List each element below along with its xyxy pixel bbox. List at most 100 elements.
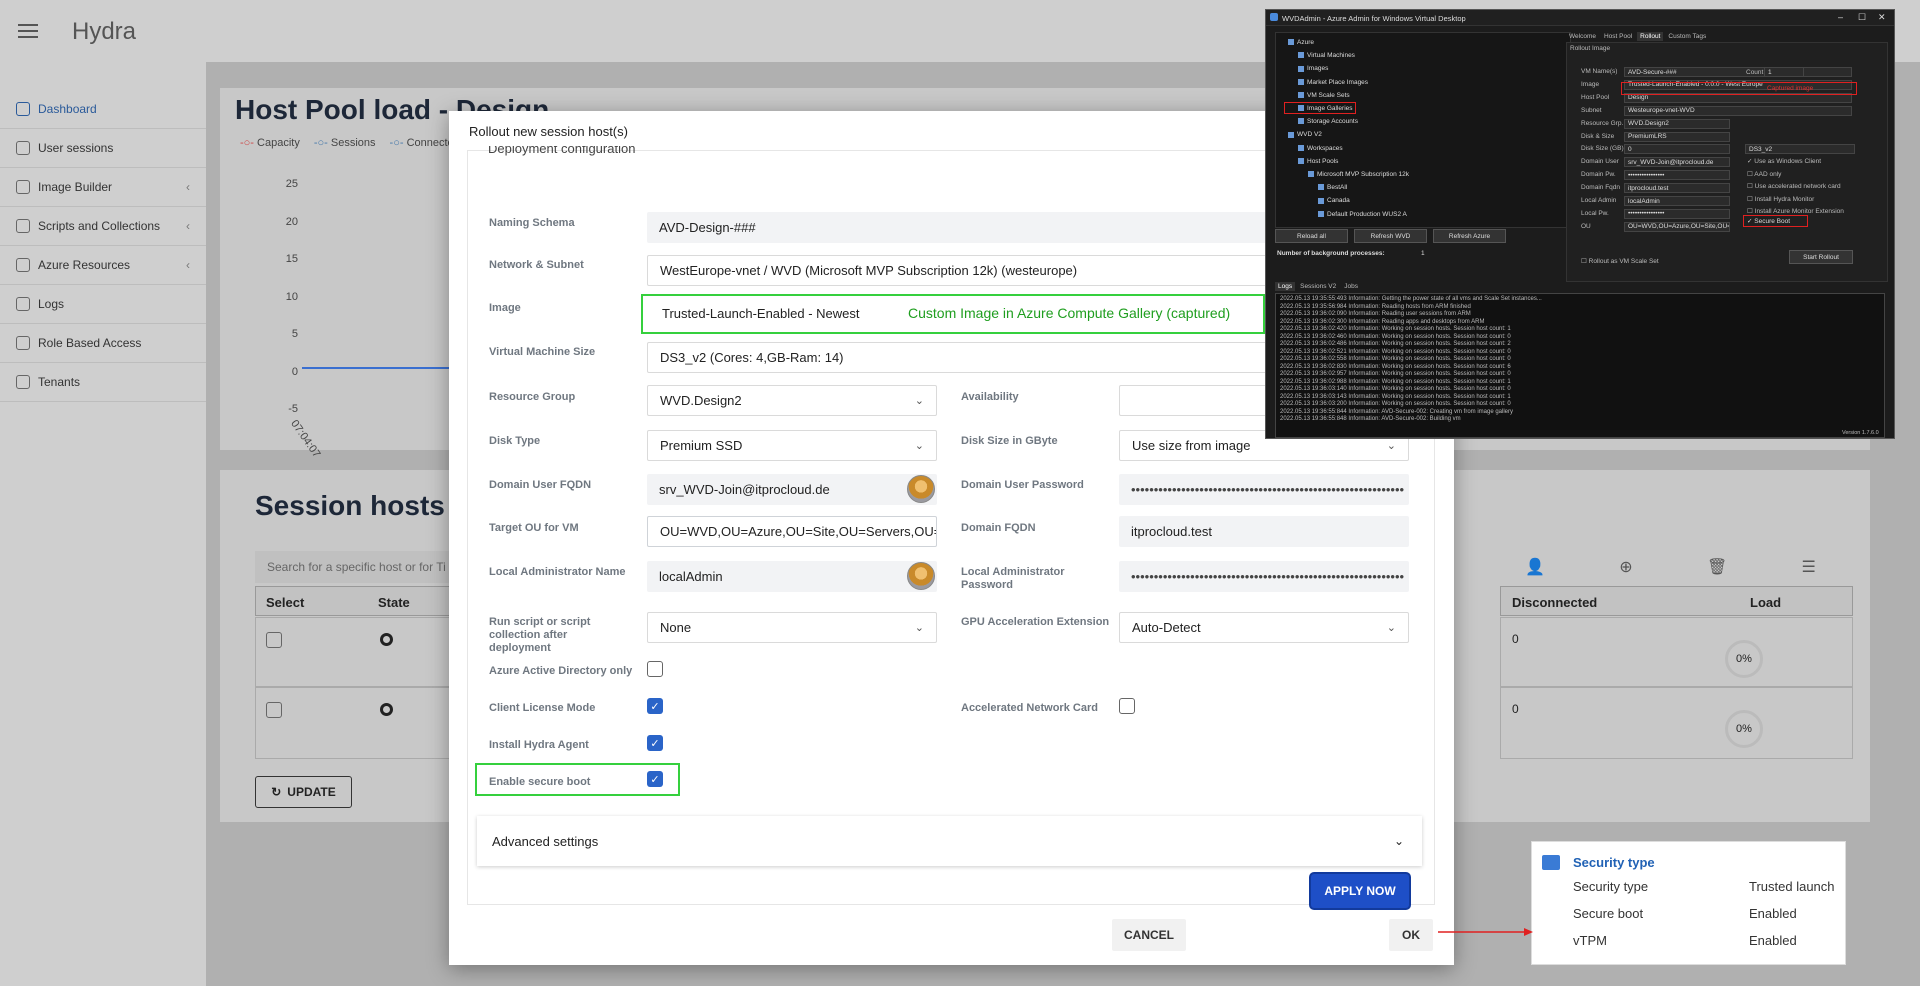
sidebar-item-label: User sessions [38,141,114,155]
sidebar-item[interactable]: Role Based Access [0,324,206,363]
advanced-settings-accordion[interactable]: Advanced settings ⌄ [477,816,1422,866]
security-row-value: Enabled [1749,906,1797,921]
tree-item[interactable]: Host Pools [1298,158,1338,165]
log-line: 2022.05.13 19:36:02:300 Information: Rea… [1280,318,1485,325]
rollout-option-checkbox[interactable]: ☐ AAD only [1747,170,1781,178]
rollout-option-checkbox[interactable]: ☐ Use accelerated network card [1747,182,1841,190]
rollout-field-input[interactable]: WVD.Design2 [1624,118,1730,129]
tree-item[interactable]: Canada [1318,197,1350,204]
rollout-vmss-checkbox[interactable]: ☐ Rollout as VM Scale Set [1581,257,1659,265]
local-admin-input[interactable]: localAdmin [647,561,937,592]
rollout-option-checkbox[interactable]: ☐ Install Azure Monitor Extension [1747,207,1844,215]
start-rollout-button[interactable]: Start Rollout [1789,250,1853,264]
reload-all-button[interactable]: Reload all [1275,229,1348,243]
key-vault-icon[interactable] [907,475,935,503]
update-button[interactable]: ↻ UPDATE [255,776,352,808]
key-vault-icon[interactable] [907,562,935,590]
aad-only-checkbox[interactable] [647,661,663,677]
tree-item[interactable]: Default Production WUS2 A [1318,211,1407,218]
refresh-azure-button[interactable]: Refresh Azure [1433,229,1506,243]
domain-user-input[interactable]: srv_WVD-Join@itprocloud.de [647,474,937,505]
menu-icon[interactable] [18,24,38,38]
row-select-checkbox[interactable] [266,702,282,718]
tree-item[interactable]: VM Scale Sets [1298,92,1350,99]
rollout-field-input[interactable]: OU=WVD,OU=Azure,OU=Site,OU=Se [1624,221,1730,232]
tree-item-label: WVD V2 [1297,131,1322,139]
domain-fqdn-input[interactable]: itprocloud.test [1119,516,1409,547]
tree-item[interactable]: BestAll [1318,184,1347,191]
gpu-select[interactable]: Auto-Detect ⌄ [1119,612,1409,643]
maximize-icon[interactable]: ☐ [1858,12,1866,23]
image-select[interactable]: Trusted-Launch-Enabled - Newest [662,306,860,321]
tree-item[interactable]: Microsoft MVP Subscription 12k [1308,171,1409,178]
target-ou-input[interactable]: OU=WVD,OU=Azure,OU=Site,OU=Servers,OU= [647,516,937,547]
tree-item[interactable]: Workspaces [1298,145,1343,152]
more-menu-icon[interactable]: ☰ [1802,557,1816,577]
wvd-tab[interactable]: Welcome [1566,32,1599,41]
disk-size-label: Disk Size in GByte [961,435,1058,447]
tree-item[interactable]: Market Place Images [1298,79,1368,86]
tree-node-icon [1298,52,1304,59]
log-tab[interactable]: Jobs [1341,282,1361,291]
sidebar-item[interactable]: Logs [0,285,206,324]
wvd-tab[interactable]: Custom Tags [1665,32,1709,41]
sidebar-item[interactable]: Tenants [0,363,206,402]
minimize-icon[interactable]: – [1838,12,1843,22]
delete-icon[interactable]: 🗑 [1707,557,1727,577]
count-input[interactable]: 1 [1764,67,1804,77]
rollout-field-input[interactable]: •••••••••••••••• [1624,170,1730,181]
rollout-option-checkbox[interactable]: ✓ Use as Windows Client [1747,157,1821,165]
ok-button[interactable]: OK [1389,919,1433,951]
sidebar-item[interactable]: User sessions [0,129,206,168]
rollout-field-input[interactable]: 0 [1624,144,1730,155]
sidebar-item[interactable]: Azure Resources ‹ [0,246,206,285]
accel-network-checkbox[interactable] [1119,698,1135,714]
close-icon[interactable]: ✕ [1878,12,1886,23]
host-search-input[interactable]: Search for a specific host or for Ti [255,551,455,583]
rollout-field-input[interactable]: srv_WVD-Join@itprocloud.de [1624,157,1730,168]
local-admin-pw-input[interactable]: ••••••••••••••••••••••••••••••••••••••••… [1119,561,1409,592]
rollout-field-input[interactable]: Westeurope-vnet-WVD [1624,105,1852,116]
hydra-agent-checkbox[interactable]: ✓ [647,735,663,751]
rollout-field-input[interactable]: •••••••••••••••• [1624,208,1730,219]
apply-now-button[interactable]: APPLY NOW [1311,874,1409,908]
tree-item[interactable]: Images [1298,65,1328,72]
add-host-icon[interactable]: ⊕ [1619,557,1632,577]
image-galleries-highlight [1284,102,1356,114]
domain-password-input[interactable]: ••••••••••••••••••••••••••••••••••••••••… [1119,474,1409,505]
col-state[interactable]: State [378,595,410,610]
rollout-field-input[interactable]: AVD-Secure-### [1624,67,1852,77]
row-select-checkbox[interactable] [266,632,282,648]
legend-sessions[interactable]: -○- Sessions [314,137,376,149]
client-license-checkbox[interactable]: ✓ [647,698,663,714]
tree-item[interactable]: Azure [1288,39,1314,46]
col-disconnected[interactable]: Disconnected [1512,595,1597,610]
rollout-field-input[interactable]: itprocloud.test [1624,183,1730,194]
rollout-option-checkbox[interactable]: ☐ Install Hydra Monitor [1747,195,1814,203]
assign-user-icon[interactable]: 👤 [1525,557,1545,577]
wvd-secure-boot[interactable]: ✓ Secure Boot [1747,217,1790,225]
sidebar-item[interactable]: Scripts and Collections ‹ [0,207,206,246]
sidebar-item[interactable]: Image Builder ‹ [0,168,206,207]
vm-size-select[interactable]: DS3_v2 [1745,144,1855,154]
legend-capacity[interactable]: -○- Capacity [240,137,300,149]
tree-item[interactable]: Storage Accounts [1298,118,1358,125]
col-select[interactable]: Select [266,595,304,610]
rollout-field-input[interactable]: PremiumLRS [1624,131,1730,142]
sidebar-item[interactable]: Dashboard [0,90,206,129]
wvd-tab[interactable]: Rollout [1637,32,1664,41]
tree-item[interactable]: Virtual Machines [1298,52,1355,59]
log-tab[interactable]: Logs [1275,282,1296,291]
col-load[interactable]: Load [1750,595,1781,610]
cancel-button[interactable]: CANCEL [1112,919,1186,951]
resource-group-select[interactable]: WVD.Design2 ⌄ [647,385,937,416]
secure-boot-checkbox[interactable]: ✓ [647,771,663,787]
run-script-select[interactable]: None ⌄ [647,612,937,643]
log-tab[interactable]: Sessions V2 [1297,282,1339,291]
rollout-field-input[interactable]: localAdmin [1624,196,1730,206]
tree-item[interactable]: WVD V2 [1288,131,1322,138]
refresh-wvd-button[interactable]: Refresh WVD [1354,229,1427,243]
log-view[interactable]: 2022.05.13 19:35:55:493 Information: Get… [1275,293,1885,438]
wvd-tab[interactable]: Host Pool [1601,32,1635,41]
disk-type-select[interactable]: Premium SSD ⌄ [647,430,937,461]
